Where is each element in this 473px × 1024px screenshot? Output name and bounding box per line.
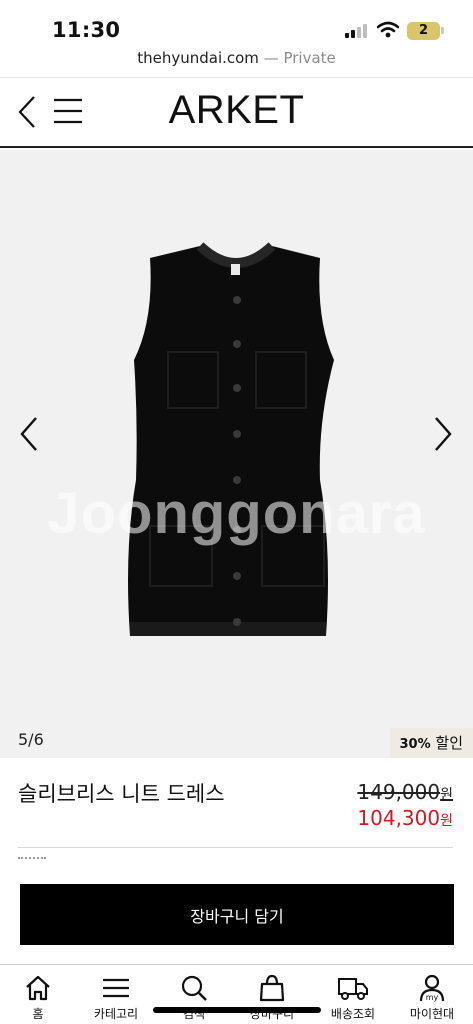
browser-url-bar[interactable]: thehyundai.com — Private (0, 49, 473, 67)
tab-label: 홈 (32, 1007, 44, 1021)
discount-badge: 30% 할인 (389, 728, 473, 758)
status-time: 11:30 (52, 18, 121, 42)
bottom-tab-bar: 홈 카테고리 검색 장바구니 배송조회 my 마이현대 (0, 964, 473, 1024)
my-person-icon: my (419, 974, 445, 1002)
delivery-truck-icon (338, 978, 368, 1000)
original-price-currency: 원 (440, 787, 453, 803)
original-price-value: 149,000 (357, 780, 441, 804)
original-price: 149,000원 (357, 780, 453, 804)
search-icon (181, 975, 207, 1001)
product-image-gallery[interactable]: Joonggonara 5/6 30% 할인 (0, 150, 473, 758)
discount-word: 할인 (430, 734, 463, 752)
add-to-cart-button[interactable]: 장바구니 담기 (20, 884, 454, 945)
next-image-arrow-icon[interactable] (430, 414, 456, 454)
private-mode-label: Private (283, 49, 336, 67)
url-separator: — (258, 49, 284, 67)
status-bar: 11:30 2 (0, 0, 473, 48)
watermark: Joonggonara (47, 481, 426, 546)
tab-label: 마이현대 (409, 1007, 455, 1021)
sale-price: 104,300원 (357, 806, 453, 830)
shopping-bag-icon (259, 974, 285, 1002)
product-title: 슬리브리스 니트 드레스 (18, 782, 225, 806)
battery-tip (441, 27, 444, 34)
image-counter: 5/6 (18, 730, 44, 749)
url-domain: thehyundai.com (137, 49, 259, 67)
sale-price-currency: 원 (440, 813, 453, 829)
battery-level: 2 (418, 23, 429, 38)
tab-delivery[interactable]: 배송조회 (313, 973, 393, 1022)
sale-price-value: 104,300 (357, 806, 441, 830)
svg-text:my: my (426, 993, 439, 1002)
truncated-section-hint (18, 857, 46, 860)
home-icon (26, 975, 50, 1001)
home-indicator (153, 1007, 321, 1013)
brand-logo[interactable]: ARKET (0, 88, 473, 133)
tab-my-hyundai[interactable]: my 마이현대 (392, 973, 472, 1022)
tab-search[interactable]: 검색 (154, 973, 234, 1022)
tab-label: 카테고리 (93, 1007, 139, 1021)
tab-label: 배송조회 (330, 1007, 376, 1021)
discount-percent: 30% (399, 737, 431, 752)
cellular-signal-icon (345, 24, 367, 38)
tab-category[interactable]: 카테고리 (76, 973, 156, 1022)
section-divider (18, 847, 453, 848)
tab-cart[interactable]: 장바구니 (232, 973, 312, 1022)
battery-indicator: 2 (407, 22, 440, 40)
hamburger-menu-icon (103, 978, 129, 998)
wifi-icon (377, 21, 399, 38)
product-image-knit-dress[interactable] (120, 240, 352, 660)
app-header: ARKET (0, 78, 473, 148)
tab-home[interactable]: 홈 (0, 973, 78, 1022)
previous-image-arrow-icon[interactable] (16, 414, 42, 454)
